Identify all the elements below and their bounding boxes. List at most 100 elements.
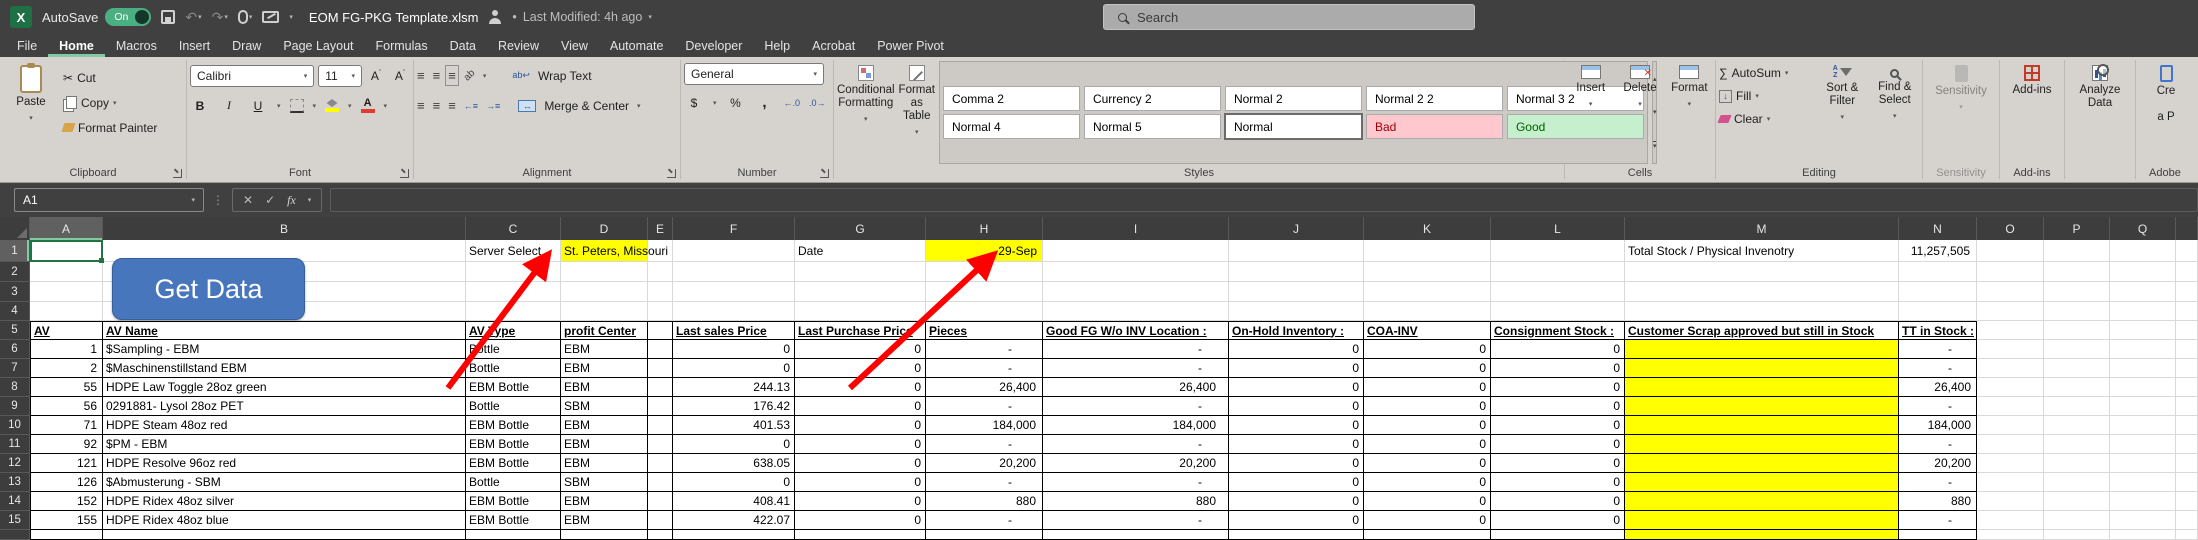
cell-D14[interactable]: EBM <box>561 492 648 511</box>
cell-E5[interactable] <box>648 321 673 340</box>
get-data-button[interactable]: Get Data <box>112 258 305 320</box>
cell-J16[interactable] <box>1229 530 1364 540</box>
underline-button[interactable]: U <box>248 99 268 113</box>
cell-J14[interactable]: 0 <box>1229 492 1364 511</box>
cell-C12[interactable]: EBM Bottle <box>466 454 561 473</box>
cell-N16[interactable] <box>1899 530 1977 540</box>
cell-J13[interactable]: 0 <box>1229 473 1364 492</box>
cell-C2[interactable] <box>466 262 561 282</box>
cell-L8[interactable]: 0 <box>1491 378 1625 397</box>
touch-mouse-mode-icon[interactable]: ▾ <box>238 10 253 24</box>
font-name-select[interactable]: Calibri ▾ <box>190 65 314 87</box>
cell-J3[interactable] <box>1229 282 1364 302</box>
cell-A15[interactable]: 155 <box>30 511 103 530</box>
select-all-corner[interactable] <box>0 217 30 240</box>
tab-help[interactable]: Help <box>753 34 801 57</box>
cell-J2[interactable] <box>1229 262 1364 282</box>
cell-F1[interactable] <box>673 240 795 262</box>
cell-N11[interactable]: - <box>1899 435 1977 454</box>
cell-H3[interactable] <box>926 282 1043 302</box>
cell-Q9[interactable] <box>2110 397 2176 416</box>
cell-I7[interactable]: - <box>1043 359 1229 378</box>
cell-K14[interactable]: 0 <box>1364 492 1491 511</box>
cell-L6[interactable]: 0 <box>1491 340 1625 359</box>
cell-P2[interactable] <box>2044 262 2110 282</box>
row-header-10[interactable]: 10 <box>0 416 30 435</box>
row-header-12[interactable]: 12 <box>0 454 30 473</box>
tab-automate[interactable]: Automate <box>599 34 675 57</box>
cell-C5[interactable]: AV Type <box>466 321 561 340</box>
cell-B7[interactable]: $Maschinenstillstand EBM <box>103 359 466 378</box>
autosum-button[interactable]: ∑ AutoSum ▾ <box>1719 63 1814 83</box>
cell-K7[interactable]: 0 <box>1364 359 1491 378</box>
cell-O6[interactable] <box>1977 340 2044 359</box>
cell-X2[interactable] <box>2176 262 2198 282</box>
cell-O5[interactable] <box>1977 321 2044 340</box>
cell-L7[interactable]: 0 <box>1491 359 1625 378</box>
format-as-table-button[interactable]: Format as Table ▾ <box>899 61 935 164</box>
cell-D10[interactable]: EBM <box>561 416 648 435</box>
cell-O2[interactable] <box>1977 262 2044 282</box>
cell-Q8[interactable] <box>2110 378 2176 397</box>
cell-O11[interactable] <box>1977 435 2044 454</box>
cell-P14[interactable] <box>2044 492 2110 511</box>
cell-F5[interactable]: Last sales Price <box>673 321 795 340</box>
save-icon[interactable] <box>161 10 175 24</box>
cell-G2[interactable] <box>795 262 926 282</box>
cell-C4[interactable] <box>466 302 561 321</box>
copy-button[interactable]: Copy ▾ <box>63 90 157 115</box>
cell-L10[interactable]: 0 <box>1491 416 1625 435</box>
cell-B12[interactable]: HDPE Resolve 96oz red <box>103 454 466 473</box>
cell-style-bad[interactable]: Bad <box>1366 114 1503 139</box>
align-left-button[interactable]: ≡ <box>417 98 425 113</box>
cell-H16[interactable] <box>926 530 1043 540</box>
cell-Q2[interactable] <box>2110 262 2176 282</box>
tab-file[interactable]: File <box>6 34 48 57</box>
cell-D4[interactable] <box>561 302 648 321</box>
cell-X15[interactable] <box>2176 511 2198 530</box>
cell-E9[interactable] <box>648 397 673 416</box>
cell-M12[interactable] <box>1625 454 1899 473</box>
font-size-select[interactable]: 11 ▾ <box>318 65 362 87</box>
merge-center-button[interactable]: Merge & Center <box>544 99 629 113</box>
cell-L1[interactable] <box>1491 240 1625 262</box>
cell-A10[interactable]: 71 <box>30 416 103 435</box>
cell-K1[interactable] <box>1364 240 1491 262</box>
cell-P9[interactable] <box>2044 397 2110 416</box>
cell-B6[interactable]: $Sampling - EBM <box>103 340 466 359</box>
cell-B9[interactable]: 0291881- Lysol 28oz PET <box>103 397 466 416</box>
cell-I10[interactable]: 184,000 <box>1043 416 1229 435</box>
cell-O1[interactable] <box>1977 240 2044 262</box>
cell-I3[interactable] <box>1043 282 1229 302</box>
cell-H2[interactable] <box>926 262 1043 282</box>
cell-J9[interactable]: 0 <box>1229 397 1364 416</box>
cell-Q10[interactable] <box>2110 416 2176 435</box>
cell-A6[interactable]: 1 <box>30 340 103 359</box>
cell-B15[interactable]: HDPE Ridex 48oz blue <box>103 511 466 530</box>
cell-X12[interactable] <box>2176 454 2198 473</box>
cell-K2[interactable] <box>1364 262 1491 282</box>
cell-D1[interactable]: St. Peters, Missouri <box>561 240 648 262</box>
cell-L12[interactable]: 0 <box>1491 454 1625 473</box>
cell-I15[interactable]: - <box>1043 511 1229 530</box>
cell-P16[interactable] <box>2044 530 2110 540</box>
align-center-button[interactable]: ≡ <box>433 98 441 113</box>
cell-M5[interactable]: Customer Scrap approved but still in Sto… <box>1625 321 1899 340</box>
cell-A9[interactable]: 56 <box>30 397 103 416</box>
cell-M1[interactable]: Total Stock / Physical Invenotry <box>1625 240 1899 262</box>
cell-M2[interactable] <box>1625 262 1899 282</box>
cell-H5[interactable]: Pieces <box>926 321 1043 340</box>
cell-O13[interactable] <box>1977 473 2044 492</box>
borders-button[interactable] <box>290 99 304 113</box>
conditional-formatting-button[interactable]: Conditional Formatting ▾ <box>837 61 895 164</box>
cell-A3[interactable] <box>30 282 103 302</box>
cell-J6[interactable]: 0 <box>1229 340 1364 359</box>
cell-A1[interactable] <box>30 240 103 262</box>
cell-A14[interactable]: 152 <box>30 492 103 511</box>
cell-D6[interactable]: EBM <box>561 340 648 359</box>
cell-D7[interactable]: EBM <box>561 359 648 378</box>
decrease-font-size-button[interactable]: Aˇ <box>390 69 410 83</box>
bold-button[interactable]: B <box>190 99 210 113</box>
comma-style-button[interactable]: , <box>755 94 775 111</box>
cell-K15[interactable]: 0 <box>1364 511 1491 530</box>
